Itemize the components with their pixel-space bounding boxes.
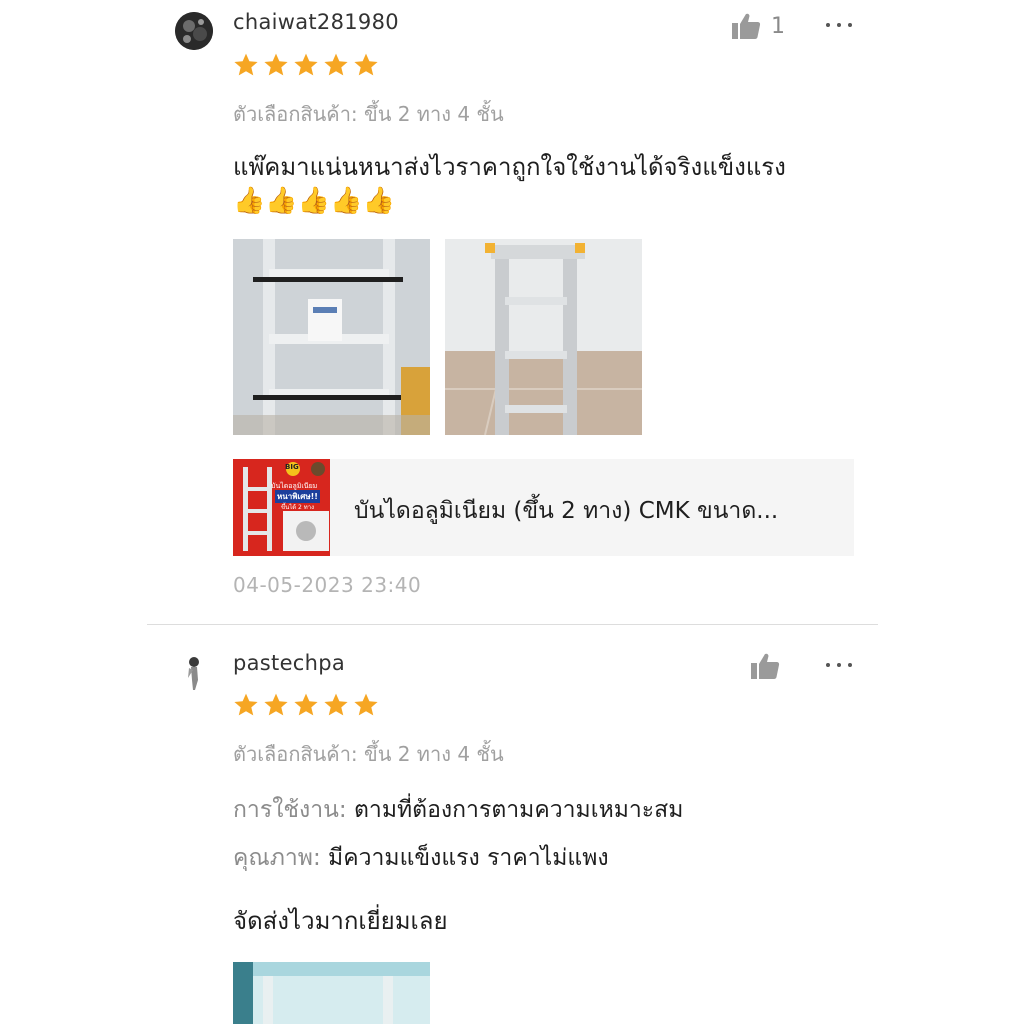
review-photo[interactable] — [233, 962, 430, 1024]
review-attribute-usage: การใช้งาน: ตามที่ต้องการตามความเหมาะสม — [233, 792, 683, 828]
thumbs-up-icon — [732, 13, 761, 39]
like-button[interactable] — [750, 652, 790, 680]
rating-stars — [233, 52, 379, 78]
reviews-page: chaiwat281980 1 ตัวเลือกสินค้า: ขึ้น 2 ท… — [0, 0, 1024, 1024]
star-icon — [264, 693, 288, 716]
product-variant: ตัวเลือกสินค้า: ขึ้น 2 ทาง 4 ชั้น — [233, 742, 504, 766]
reviewer-username[interactable]: chaiwat281980 — [233, 10, 399, 34]
review-comment: จัดส่งไวมากเยี่ยมเลย — [233, 907, 448, 935]
more-options-icon[interactable] — [826, 20, 852, 30]
star-icon — [294, 53, 318, 76]
star-icon — [234, 53, 258, 76]
thumb-badge: BIG — [285, 463, 299, 471]
thumb-text: ขึ้นได้ 2 ทาง — [281, 504, 315, 511]
reviewer-username[interactable]: pastechpa — [233, 651, 345, 675]
like-count: 1 — [771, 13, 785, 39]
review-photo[interactable] — [445, 239, 642, 435]
star-icon — [264, 53, 288, 76]
more-options-icon[interactable] — [826, 660, 852, 670]
review-timestamp: 04-05-2023 23:40 — [233, 573, 422, 597]
product-card[interactable]: BIG บันไดอลูมิเนียม หนาพิเศษ!! ขึ้นได้ 2… — [233, 459, 854, 556]
star-icon — [324, 693, 348, 716]
review-attribute-quality: คุณภาพ: มีความแข็งแรง ราคาไม่แพง — [233, 840, 609, 876]
thumbs-up-emoji-row: 👍👍👍👍👍 — [233, 186, 395, 216]
product-variant: ตัวเลือกสินค้า: ขึ้น 2 ทาง 4 ชั้น — [233, 102, 504, 126]
rating-stars — [233, 692, 379, 718]
star-icon — [354, 53, 378, 76]
attribute-key: การใช้งาน: — [233, 797, 347, 823]
attribute-value: มีความแข็งแรง ราคาไม่แพง — [328, 845, 609, 871]
review-photo[interactable] — [233, 239, 430, 435]
star-icon — [324, 53, 348, 76]
review-divider — [147, 624, 878, 625]
like-button[interactable]: 1 — [731, 12, 785, 40]
product-thumbnail: BIG บันไดอลูมิเนียม หนาพิเศษ!! ขึ้นได้ 2… — [233, 459, 330, 556]
star-icon — [294, 693, 318, 716]
avatar[interactable] — [175, 654, 213, 692]
review-comment: แพ๊คมาแน่นหนาส่งไวราคาถูกใจใช้งานได้จริง… — [233, 153, 786, 181]
avatar[interactable] — [175, 12, 213, 50]
thumbs-up-icon — [751, 653, 780, 679]
review-emoji: 👍👍👍👍👍 — [233, 186, 395, 216]
attribute-value: ตามที่ต้องการตามความเหมาะสม — [353, 797, 684, 823]
attribute-key: คุณภาพ: — [233, 845, 321, 871]
star-icon — [234, 693, 258, 716]
star-icon — [354, 693, 378, 716]
product-name[interactable]: บันไดอลูมิเนียม (ขึ้น 2 ทาง) CMK ขนาด... — [354, 493, 778, 529]
